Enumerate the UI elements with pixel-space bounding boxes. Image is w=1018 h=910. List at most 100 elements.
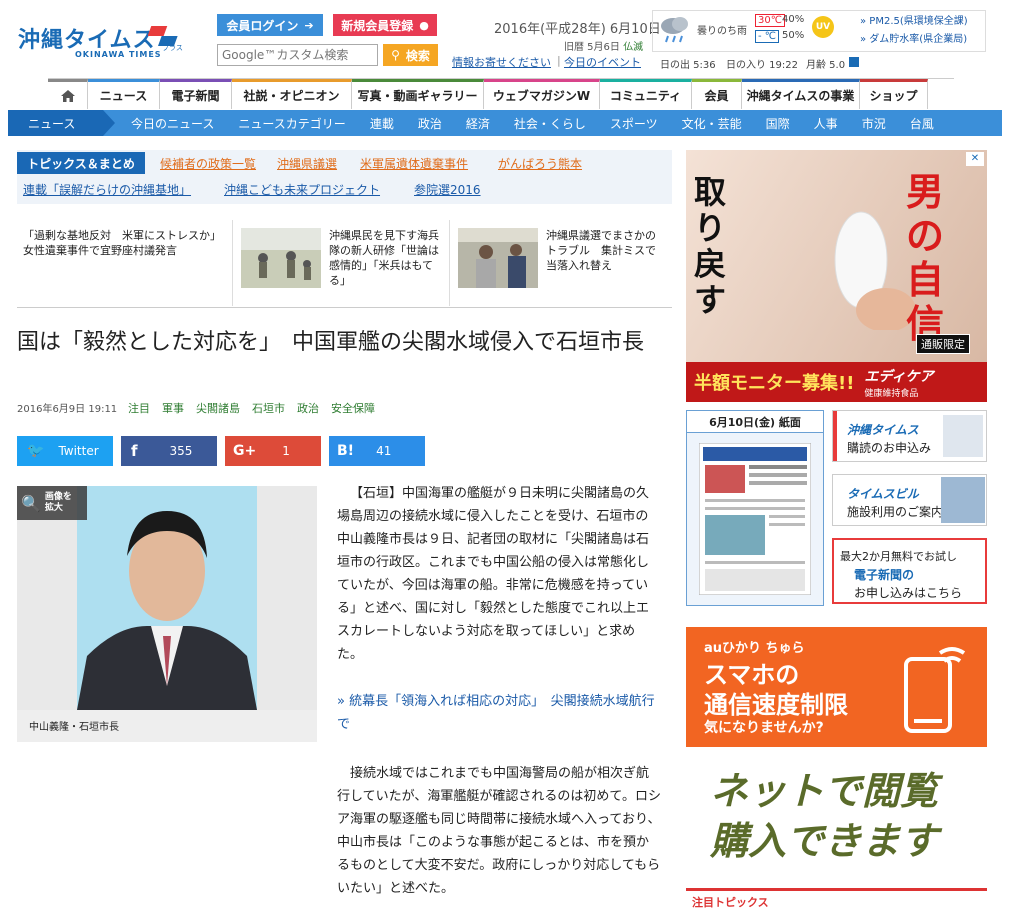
topic-link-policies[interactable]: 候補者の政策一覧 [160,155,256,172]
hatena-count: 41 [376,444,392,458]
ad-online-line2: 購入できます [710,819,939,863]
search-input[interactable] [217,44,378,66]
ad-close-icon[interactable]: ✕ [966,152,984,166]
nav-epaper[interactable]: 電子新聞 [160,79,232,109]
tag-link[interactable]: 注目 [128,400,150,416]
subnav-personnel[interactable]: 人事 [814,115,838,132]
headline-item[interactable]: 「過剰な基地反対 米軍にストレスか」女性遺棄事件で宜野座村議発言 [17,220,233,306]
nav-home[interactable] [48,79,88,109]
headline-thumbnail[interactable] [241,228,321,288]
epaper-thumbnail[interactable] [699,443,811,595]
twitter-share-button[interactable]: 🐦 Twitter [17,436,113,466]
ad-banner-online[interactable]: ネットで閲覧 購入できます [686,760,987,870]
subscribe-banner[interactable]: 沖縄タイムス 購読のお申込み [832,410,987,462]
ad-banner-au[interactable]: auひかり ちゅら スマホの 通信速度制限 気になりませんか? [686,627,987,747]
nav-shop[interactable]: ショップ [860,79,928,109]
tag-link[interactable]: 政治 [297,400,319,416]
headline-item[interactable]: 沖縄県議選でまさかのトラブル 集計ミスで当落入れ替え [450,220,672,306]
nav-news[interactable]: ニュース [88,79,160,109]
nav-member[interactable]: 会員 [692,79,742,109]
tag-link[interactable]: 尖閣諸島 [196,400,240,416]
epaper-box[interactable]: 6月10日(金) 紙面 [686,410,824,606]
article-photo[interactable] [77,486,257,710]
trial-sub: お申し込みはこちら [854,586,963,600]
subnav-economy[interactable]: 経済 [466,115,490,132]
facebook-share-button[interactable]: f 355 [121,436,217,466]
nav-gallery[interactable]: 写真・動画ギャラリー [352,79,484,109]
topic-link-upper-house[interactable]: 参院選2016 [414,181,481,198]
rain-chance-pm: 50% [782,30,805,41]
hatena-share-button[interactable]: B! 41 [329,436,425,466]
pm25-link[interactable]: » PM2.5(県環境保全課) [860,12,968,27]
headline-thumbnail[interactable] [458,228,538,288]
temp-high: 30℃ [755,14,785,27]
sub-nav: ニュース 今日のニュース ニュースカテゴリー 連載 政治 経済 社会・くらし ス… [8,110,1002,136]
smartphone-icon [904,647,966,733]
uv-icon: UV [812,16,834,38]
search-button-label: 検索 [405,48,430,63]
home-icon [60,89,75,102]
tag-link[interactable]: 石垣市 [252,400,285,416]
article-datetime: 2016年6月9日 19:11 [17,404,118,415]
ad-campaign: 半額モニター募集!! [694,373,855,394]
dam-link[interactable]: » ダム貯水率(県企業局) [860,30,967,45]
info-link[interactable]: 情報お寄せください [452,54,551,70]
login-button[interactable]: 会員ログイン ➔ [217,14,323,36]
subnav-sports[interactable]: スポーツ [610,115,658,132]
subnav-market[interactable]: 市況 [862,115,886,132]
twitter-icon: 🐦 [27,443,45,459]
ad-online-line1: ネットで閲覧 [710,769,939,813]
headline-item[interactable]: 沖縄県民を見下す海兵隊の新人研修「世論は感情的」「米兵はもてる」 [233,220,450,306]
nav-webmagazine[interactable]: ウェブマガジンW [484,79,600,109]
article-body-paragraph: 【石垣】中国海軍の艦艇が９日未明に尖閣諸島の久場島周辺の接続水域に侵入したことを… [337,486,650,662]
subnav-today[interactable]: 今日のニュース [131,115,214,132]
gplus-share-button[interactable]: G+ 1 [225,436,321,466]
subnav-politics[interactable]: 政治 [418,115,442,132]
headline-text[interactable]: 「過剰な基地反対 米軍にストレスか」女性遺棄事件で宜野座村議発言 [23,228,229,258]
subnav-society[interactable]: 社会・くらし [514,115,586,132]
subnav-typhoon[interactable]: 台風 [910,115,934,132]
nav-opinion[interactable]: 社説・オピニオン [232,79,352,109]
sunset: 日の入り 19:22 [726,60,798,71]
event-link[interactable]: 今日のイベント [564,54,641,70]
epaper-trial-banner[interactable]: 最大2か月無料でお試し 電子新聞の お申し込みはこちら [832,538,987,604]
facebook-count: 355 [169,444,193,458]
topic-link-incident[interactable]: 米軍属遺体遺棄事件 [360,155,468,172]
register-button[interactable]: 新規会員登録 ● [333,14,437,36]
topics-label: トピックス＆まとめ [17,152,145,174]
nav-community[interactable]: コミュニティ [600,79,692,109]
logo-plus-mark-icon: プラス [148,26,183,52]
building-icon [941,477,985,523]
subnav-category[interactable]: ニュースカテゴリー [238,115,345,132]
related-article-link[interactable]: » 統幕長「領海入れば相応の対応」 尖閣接続水域航行で [337,690,667,736]
topic-link-base-series[interactable]: 連載「誤解だらけの沖縄基地」 [23,181,191,198]
sunrise: 日の出 5:36 [660,60,716,71]
moon-age: 月齢 5.0 [806,60,846,71]
headline-text[interactable]: 沖縄県民を見下す海兵隊の新人研修「世論は感情的」「米兵はもてる」 [329,228,445,288]
nav-company[interactable]: 沖縄タイムスの事業 [742,79,860,109]
tag-link[interactable]: 安全保障 [331,400,375,416]
article-title: 国は「毅然とした対応を」 中国軍艦の尖閣水域侵入で石垣市長 [17,330,645,355]
lunar-text: 旧暦 5月6日 [564,42,620,53]
search-button[interactable]: ⚲ 検索 [383,44,438,66]
subnav-international[interactable]: 国際 [766,115,790,132]
zoom-image-button[interactable]: 🔍 画像を拡大 [17,486,87,520]
subscribe-sub: 購読のお申込み [847,441,932,455]
tag-link[interactable]: 軍事 [162,400,184,416]
building-banner[interactable]: タイムスビル 施設利用のご案内 [832,474,987,526]
cloud-rain-icon [661,17,688,43]
ad-au-line2: 通信速度制限 [704,691,848,719]
ad-au-top: auひかり ちゅら [704,641,805,656]
article-body-paragraph: 接続水域ではこれまでも中国海警局の船が相次ぎ航行していたが、海軍艦艇が確認される… [337,766,661,896]
subnav-current[interactable]: ニュース [8,110,115,136]
zoom-icon: 🔍 [21,493,41,513]
subnav-culture[interactable]: 文化・芸能 [682,115,742,132]
ad-banner-supplement[interactable]: 取り戻す 男の自信 通販限定 ✕ 半額モニター募集!! エディケア 健康維持食品 [686,150,987,402]
subnav-series[interactable]: 連載 [370,115,394,132]
topic-link-election[interactable]: 沖縄県議選 [277,155,337,172]
trial-top: 最大2か月無料でお試し [840,550,957,563]
topic-link-kumamoto[interactable]: がんばろう熊本 [498,155,582,172]
headline-text[interactable]: 沖縄県議選でまさかのトラブル 集計ミスで当落入れ替え [546,228,666,273]
twitter-label: Twitter [58,444,99,458]
topic-link-children[interactable]: 沖縄こども未来プロジェクト [224,181,380,198]
